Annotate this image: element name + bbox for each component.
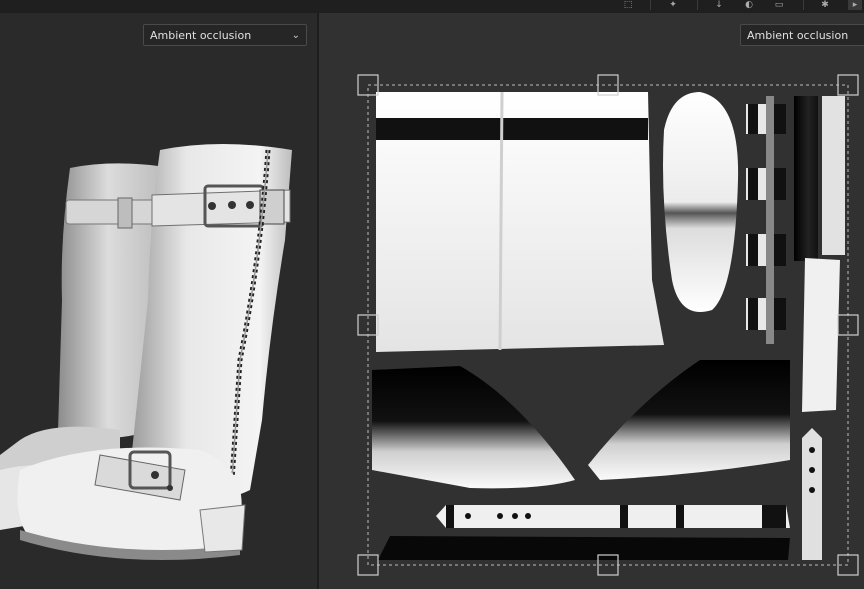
channel-dropdown-left[interactable]: Ambient occlusion ⌄ (143, 24, 307, 46)
uv-island-vertical-strap (802, 428, 822, 560)
channel-dropdown-label: Ambient occlusion (747, 29, 849, 42)
uv-map-render (357, 74, 859, 576)
front-boot (17, 144, 292, 560)
boot-model-render (0, 144, 292, 560)
toolbar-divider (697, 0, 698, 10)
uv-island-belt (436, 505, 790, 528)
settings-icon[interactable]: ✱ (818, 0, 832, 10)
channel-dropdown-right[interactable]: Ambient occlusion (740, 24, 864, 46)
uv-island-sole (663, 92, 739, 312)
sphere-icon[interactable]: ◐ (742, 0, 756, 10)
toolbar-divider (650, 0, 651, 10)
uv-island-strap-pieces (746, 96, 786, 344)
gizmo-icon[interactable]: ✦ (666, 0, 680, 10)
panel-toggle-icon[interactable]: ▸ (848, 0, 862, 10)
uv-island-toe-right (588, 360, 790, 480)
light-icon[interactable]: ↓ (712, 0, 726, 10)
frame-icon[interactable]: ⬚ (621, 0, 635, 10)
uv-island-welt (378, 536, 790, 560)
toolbar-divider (803, 0, 804, 10)
uv-island-vertical-strip (802, 258, 840, 412)
uv-island-vertical-strip (794, 96, 818, 261)
uv-island-vertical-strip (822, 96, 845, 255)
channel-dropdown-label: Ambient occlusion (150, 29, 252, 42)
camera-icon[interactable]: ▭ (772, 0, 786, 10)
chevron-down-icon: ⌄ (291, 30, 300, 41)
uv-island-shaft (376, 91, 664, 352)
uv-island-toe-left (372, 366, 575, 489)
